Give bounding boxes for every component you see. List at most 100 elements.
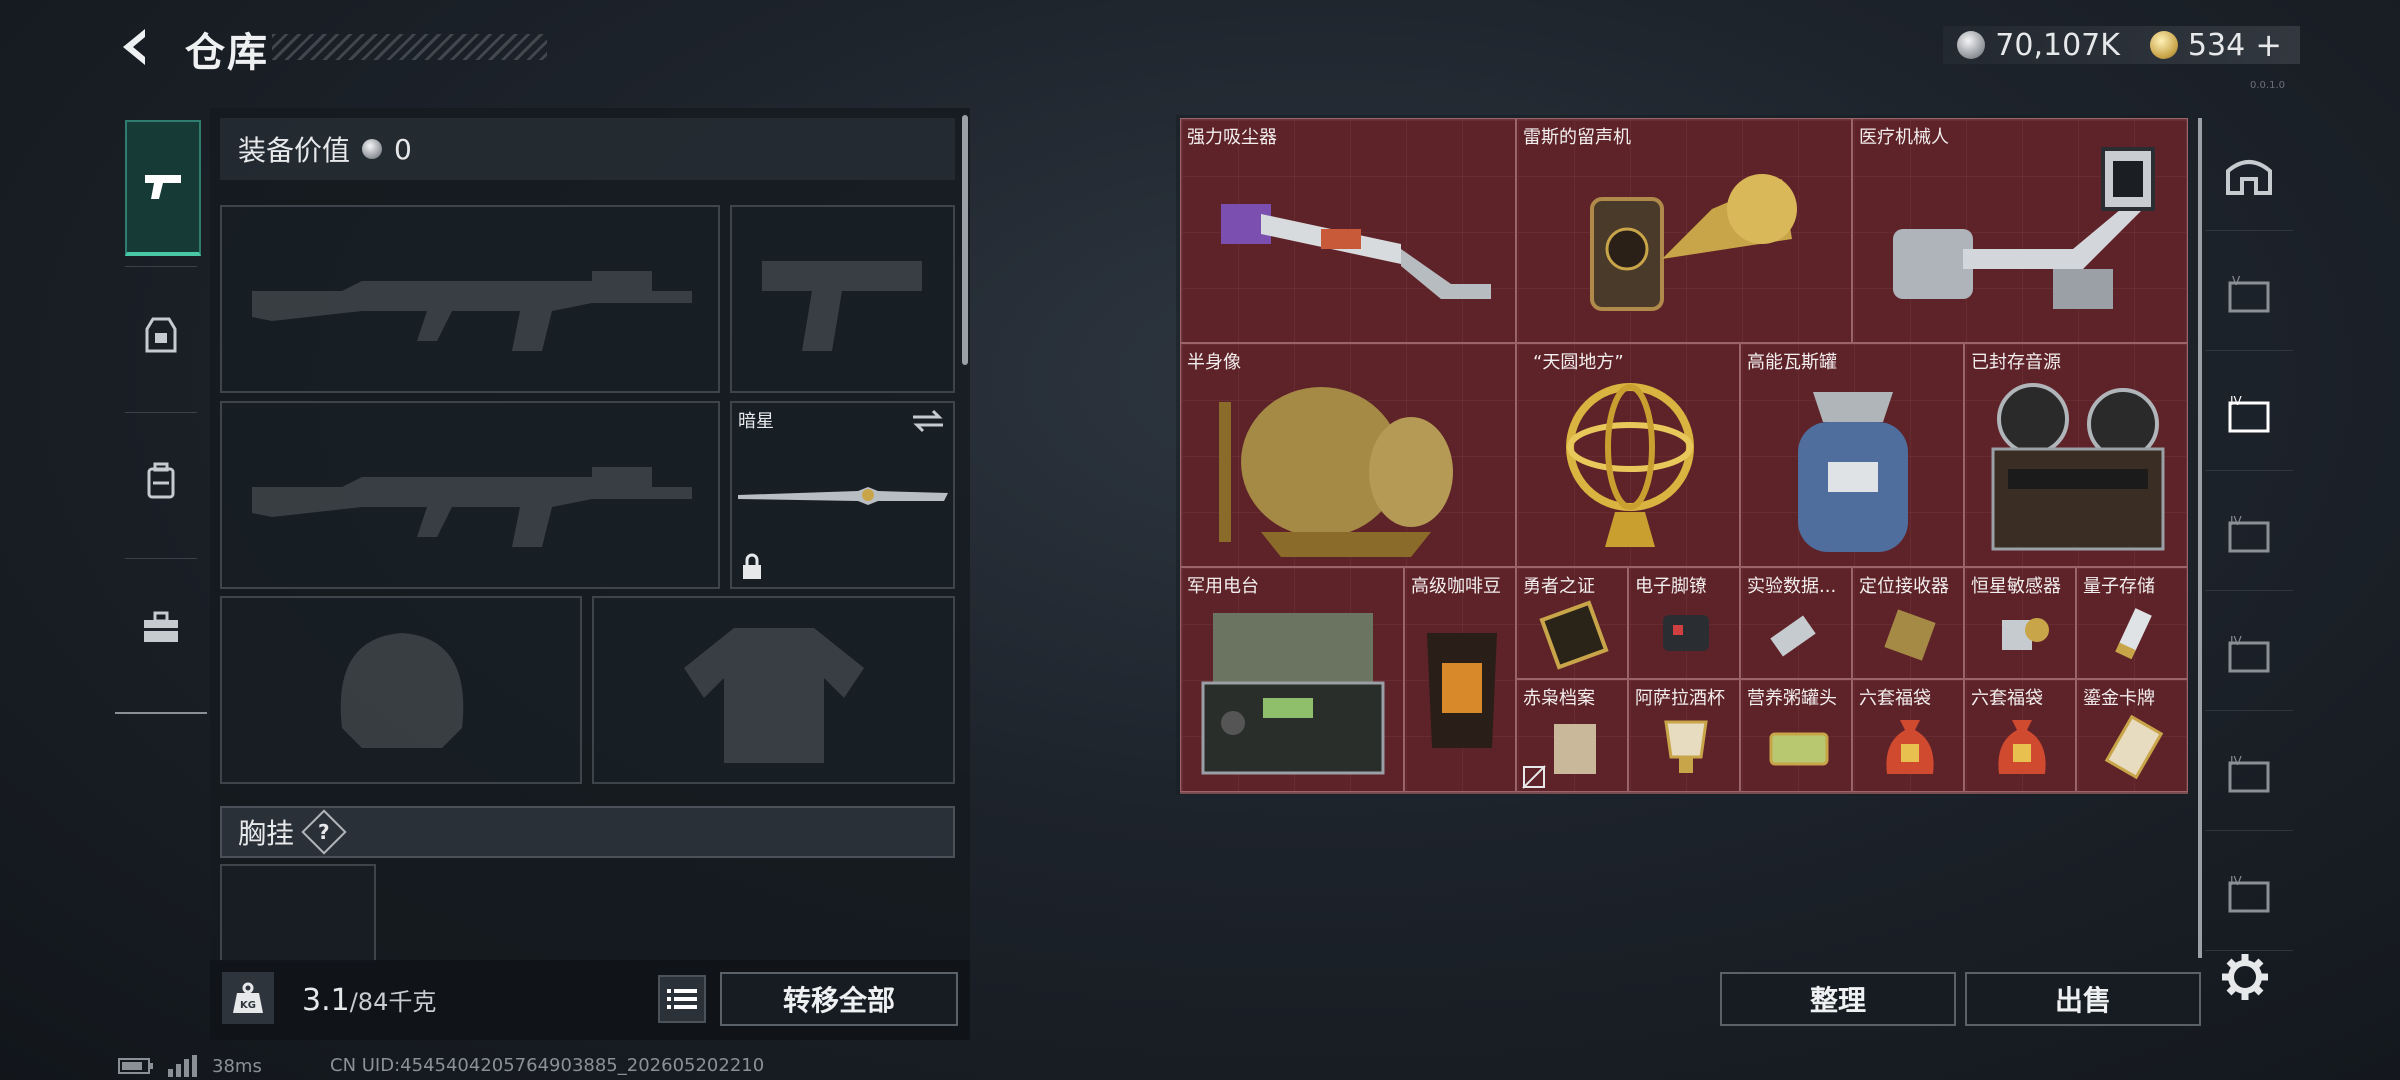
stash-tab-4c[interactable]: IV [2205, 600, 2293, 711]
item-phonograph[interactable]: 雷斯的留声机 [1516, 118, 1852, 343]
weight-readout: 3.1/84千克 [302, 982, 436, 1018]
coffee-bag-icon [1427, 633, 1497, 748]
bust-icon [1219, 387, 1453, 557]
stash-page-icon: IV [2228, 394, 2270, 433]
svg-text:V: V [2232, 274, 2241, 288]
currency-bar: 70,107K 534 + [1943, 26, 2300, 64]
melee-name: 暗星 [738, 411, 774, 432]
stash-tab-home[interactable] [2205, 120, 2293, 231]
lock-icon [743, 553, 761, 579]
status-bar: 38ms [118, 1055, 262, 1077]
svg-text:IV: IV [2230, 874, 2243, 888]
help-icon[interactable]: ? [301, 809, 347, 855]
item-medical-robot[interactable]: 医疗机械人 [1852, 118, 2188, 343]
lucky-bag-icon [1998, 720, 2046, 774]
chest-rig-label: 胸挂 [238, 817, 295, 850]
item-star-sensor[interactable]: 恒星敏感器 [1964, 567, 2076, 679]
signal-icon [168, 1055, 197, 1077]
item-bust[interactable]: 半身像 [1180, 343, 1516, 567]
gear-icon [2222, 954, 2268, 1000]
toolbox-icon [144, 611, 178, 642]
pistol-icon [145, 175, 181, 199]
equipment-value-bar: 装备价值 0 [220, 118, 955, 180]
body-armor-slot[interactable] [592, 596, 955, 784]
silver-coin-icon [1957, 31, 1986, 59]
stash-page-icon: V [2228, 274, 2270, 313]
current-weight: 3.1 [302, 983, 350, 1018]
item-gas-canister[interactable]: 高能瓦斯罐 [1740, 343, 1964, 567]
backpack-icon [147, 462, 175, 499]
stash-page-icon: IV [2228, 874, 2270, 913]
item-lucky-bag-2[interactable]: 六套福袋 [1964, 679, 2076, 792]
reel-recorder-icon [1991, 383, 2165, 551]
item-gilded-card[interactable]: 鎏金卡牌 [2076, 679, 2188, 792]
gas-canister-icon [1798, 392, 1908, 552]
chest-rig-slot[interactable] [220, 864, 376, 962]
melee-slot[interactable]: 暗星 [730, 401, 955, 589]
back-arrow-icon [123, 29, 145, 65]
item-porridge-can[interactable]: 营养粥罐头 [1740, 679, 1852, 792]
helmet-slot[interactable] [220, 596, 582, 784]
silver-amount: 70,107K [1995, 27, 2120, 63]
file-folder-icon [1554, 724, 1596, 774]
armor-vest-icon [145, 317, 177, 353]
add-gold-button[interactable]: + [2255, 26, 2282, 64]
helmet-silhouette-icon [340, 633, 464, 748]
badge-icon [1539, 600, 1609, 670]
item-lucky-bag-1[interactable]: 六套福袋 [1852, 679, 1964, 792]
swap-icon[interactable] [911, 409, 945, 433]
usb-drive-icon [2115, 608, 2152, 660]
robot-arm-icon [1893, 147, 2155, 309]
goblet-icon [1664, 720, 1708, 773]
tab-armor[interactable] [125, 270, 197, 400]
item-experiment-data[interactable]: 实验数据... [1740, 567, 1852, 679]
item-owl-file[interactable]: 赤枭档案 [1516, 679, 1628, 792]
data-drive-icon [1770, 615, 1816, 657]
stash-tab-4e[interactable]: IV [2205, 840, 2293, 951]
rifle-silhouette-icon [252, 271, 692, 351]
transfer-all-button[interactable]: 转移全部 [720, 972, 958, 1026]
sell-button[interactable]: 出售 [1965, 972, 2201, 1026]
item-ankle-monitor[interactable]: 电子脚镣 [1628, 567, 1740, 679]
stash-page-icon: IV [2228, 754, 2270, 793]
pistol-slot[interactable] [730, 205, 955, 393]
primary-weapon-slot[interactable] [220, 205, 720, 393]
can-icon [1769, 732, 1829, 766]
stash-tab-4d[interactable]: IV [2205, 720, 2293, 831]
item-coffee-beans[interactable]: 高级咖啡豆 [1404, 567, 1516, 792]
stash-scrollbar[interactable] [2198, 118, 2202, 958]
star-sensor-icon [2002, 618, 2049, 650]
title-decoration [272, 34, 547, 60]
tab-backpack[interactable] [125, 416, 197, 546]
version-text: 0.0.1.0 [2250, 80, 2285, 91]
tab-weapons[interactable] [125, 120, 201, 256]
equipment-scrollbar[interactable] [962, 115, 968, 365]
item-locator-receiver[interactable]: 定位接收器 [1852, 567, 1964, 679]
item-asala-goblet[interactable]: 阿萨拉酒杯 [1628, 679, 1740, 792]
tab-toolbox[interactable] [125, 562, 197, 692]
list-view-button[interactable] [658, 975, 706, 1023]
svg-text:IV: IV [2230, 754, 2243, 768]
svg-text:KG: KG [240, 1000, 256, 1011]
stash-tab-5[interactable]: V [2205, 240, 2293, 351]
equip-value: 0 [394, 132, 412, 166]
stash-tab-4-active[interactable]: IV [2205, 360, 2293, 471]
gold-amount: 534 [2187, 27, 2246, 63]
item-vacuum[interactable]: 强力吸尘器 [1180, 118, 1516, 343]
settings-button[interactable] [2218, 950, 2272, 1004]
chest-rig-header: 胸挂 ? [220, 806, 955, 858]
max-weight: /84千克 [349, 988, 437, 1016]
item-brave-badge[interactable]: 勇者之证 [1516, 567, 1628, 679]
item-armillary[interactable]: “天圆地方” [1516, 343, 1740, 567]
item-quantum-storage[interactable]: 量子存储 [2076, 567, 2188, 679]
organize-button[interactable]: 整理 [1720, 972, 1956, 1026]
stash-page-icon: IV [2228, 514, 2270, 553]
knife-icon [738, 487, 948, 505]
back-button[interactable] [110, 22, 160, 72]
stash-tab-4b[interactable]: IV [2205, 480, 2293, 591]
rifle-silhouette-icon [252, 467, 692, 547]
secondary-weapon-slot[interactable] [220, 401, 720, 589]
item-tape-recorder[interactable]: 已封存音源 [1964, 343, 2188, 567]
ping: 38ms [212, 1055, 262, 1077]
item-military-radio[interactable]: 军用电台 [1180, 567, 1404, 792]
